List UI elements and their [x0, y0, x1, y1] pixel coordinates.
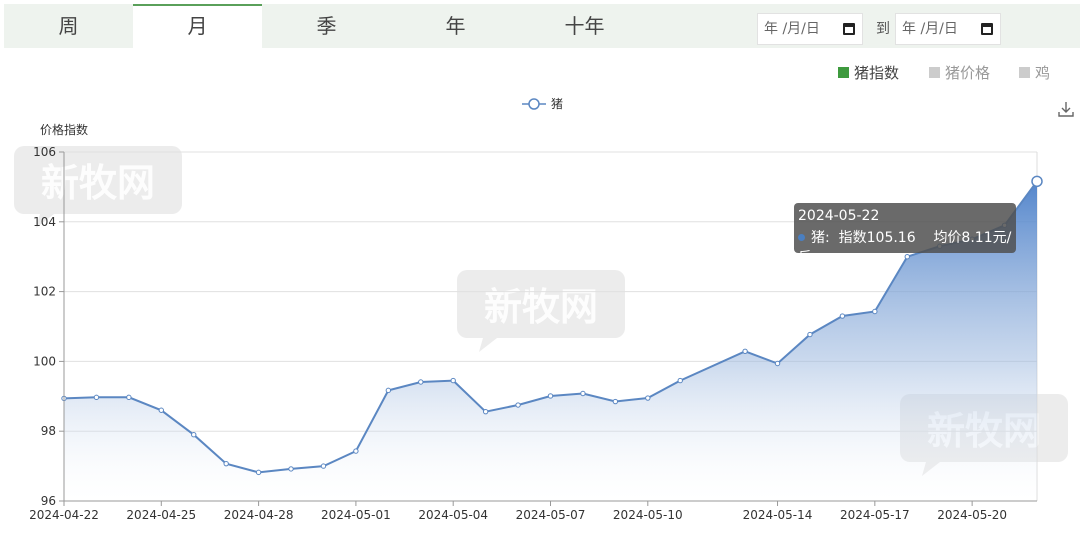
x-tick-label: 2024-05-01 [321, 508, 391, 522]
x-tick-label: 2024-05-20 [937, 508, 1007, 522]
price-index-chart: 新牧网新牧网新牧网 96981001021041062024-04-222024… [14, 97, 1068, 522]
data-point [547, 393, 554, 399]
data-point [255, 469, 262, 476]
tooltip-series-name: 猪: [811, 230, 830, 246]
tooltip-series-dot [798, 234, 805, 241]
data-point [645, 395, 651, 401]
y-tick-label: 102 [33, 285, 56, 299]
legend-label: 猪 [551, 97, 563, 111]
x-tick-label: 2024-05-07 [516, 508, 586, 522]
x-tick-label: 2024-05-14 [743, 508, 813, 522]
x-tick-label: 2024-04-28 [224, 508, 294, 522]
data-point [93, 394, 100, 401]
data-point [191, 431, 197, 438]
data-point [807, 331, 813, 338]
data-point [158, 407, 165, 413]
data-point [126, 394, 132, 401]
y-tick-label: 98 [41, 424, 56, 438]
x-tick-label: 2024-05-10 [613, 508, 683, 522]
data-point [515, 402, 521, 408]
data-point [839, 313, 846, 319]
data-point [450, 377, 456, 384]
data-point [320, 463, 327, 469]
data-point [1031, 175, 1043, 188]
y-axis-label: 价格指数 [40, 122, 88, 137]
y-tick-label: 100 [33, 354, 56, 368]
data-point [742, 348, 748, 354]
data-point [774, 360, 781, 367]
data-point [288, 466, 294, 472]
data-point [353, 448, 359, 454]
x-tick-label: 2024-05-04 [418, 508, 488, 522]
y-tick-label: 96 [41, 494, 56, 508]
tooltip-index: 指数105.16 [838, 230, 916, 246]
data-point [385, 387, 392, 394]
data-point [418, 379, 424, 385]
y-tick-label: 106 [33, 145, 56, 159]
legend-marker [528, 98, 540, 110]
data-point [580, 390, 586, 397]
series-legend[interactable]: 猪 [522, 97, 563, 111]
x-tick-label: 2024-05-17 [840, 508, 910, 522]
data-point [872, 308, 878, 315]
x-tick-label: 2024-04-22 [29, 508, 99, 522]
data-point [482, 408, 489, 415]
data-tooltip: 2024-05-22 猪: 指数105.16 均价8.11元/斤 [794, 203, 1016, 266]
data-point [612, 398, 619, 405]
tooltip-date: 2024-05-22 [798, 208, 880, 224]
x-tick-label: 2024-04-25 [126, 508, 196, 522]
data-point [223, 460, 229, 467]
data-point [677, 377, 683, 384]
y-tick-label: 104 [33, 215, 56, 229]
watermark-text: 新牧网 [41, 161, 155, 205]
